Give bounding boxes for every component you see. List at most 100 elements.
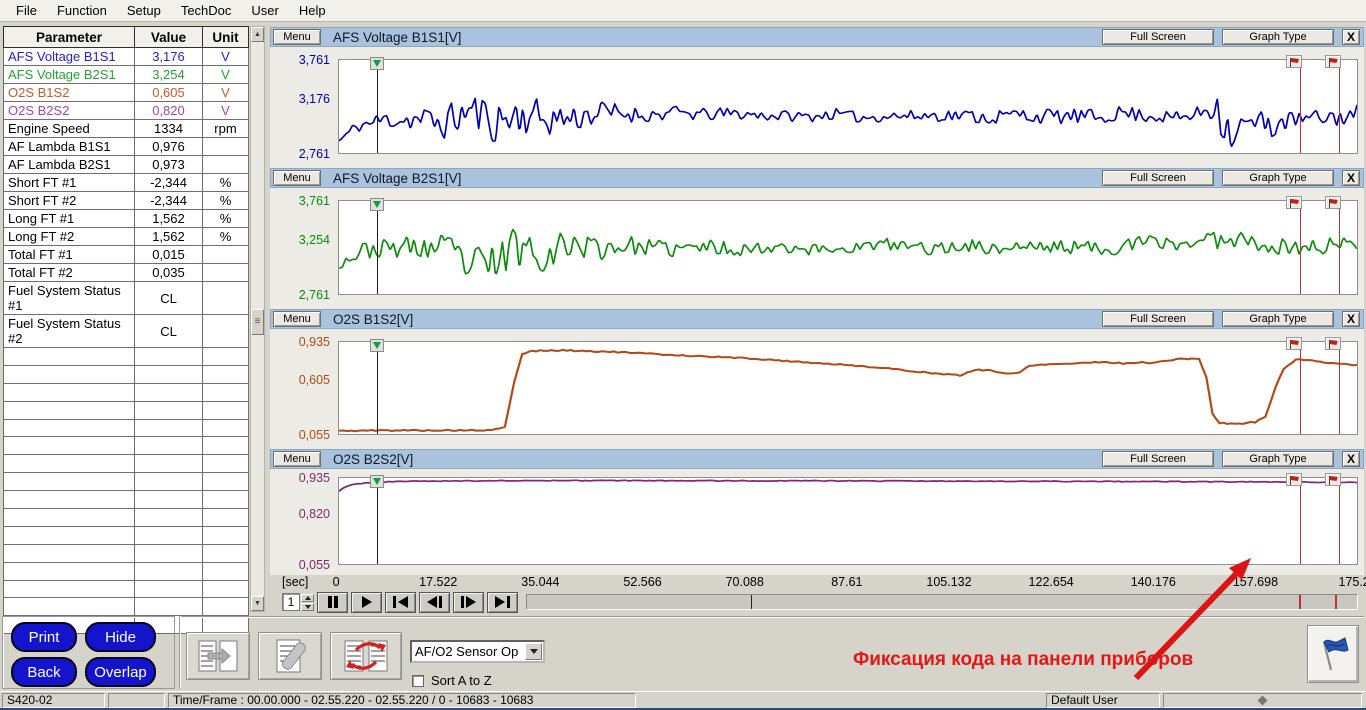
menu-item-help[interactable]: Help [289,3,336,18]
graph-menu-button[interactable]: Menu [273,170,321,186]
graph-type-button[interactable]: Graph Type [1222,311,1334,327]
hide-button[interactable]: Hide [85,622,156,652]
graph-area: Menu AFS Voltage B1S1[V] Full Screen Graph … [270,22,1364,616]
back-button[interactable]: Back [11,657,77,687]
close-graph-button[interactable]: X [1342,451,1360,467]
full-screen-button[interactable]: Full Screen [1102,29,1214,45]
cursor-line[interactable] [377,342,378,434]
graph-title: O2S B2S2[V] [333,452,413,467]
table-scrollbar[interactable]: ▲ ≡ ▼ [250,26,265,612]
menu-item-setup[interactable]: Setup [117,3,171,18]
skip-start-button[interactable] [385,592,416,613]
close-graph-button[interactable]: X [1342,311,1360,327]
full-screen-button[interactable]: Full Screen [1102,451,1214,467]
sort-checkbox[interactable] [412,675,424,687]
function-select[interactable]: AF/O2 Sensor Op [410,640,545,663]
table-row[interactable]: O2S B1S20,605V [4,84,249,102]
table-row[interactable]: AF Lambda B2S10,973 [4,156,249,174]
y-tick-label: 3,761 [299,194,330,208]
graph-type-button[interactable]: Graph Type [1222,29,1334,45]
cursor-line[interactable] [377,201,378,294]
time-tick: 0 [333,575,340,589]
graph-type-button[interactable]: Graph Type [1222,451,1334,467]
chevron-down-icon[interactable] [525,643,542,660]
flag-marker-icon[interactable] [1325,337,1341,350]
cursor-handle-icon[interactable] [370,475,384,488]
param-name: Long FT #1 [4,210,135,228]
plot-area[interactable] [338,200,1358,295]
step-back-button[interactable] [419,592,450,613]
table-row[interactable]: Short FT #2-2,344% [4,192,249,210]
step-down-icon[interactable] [301,603,314,611]
table-row[interactable]: Long FT #11,562% [4,210,249,228]
scroll-down-icon[interactable]: ▼ [251,596,264,611]
play-button[interactable] [351,592,382,613]
graph-title: AFS Voltage B1S1[V] [333,30,461,45]
graph-type-button[interactable]: Graph Type [1222,170,1334,186]
flag-marker-icon[interactable] [1325,196,1341,209]
table-row[interactable]: Fuel System Status #1CL [4,282,249,315]
table-row[interactable]: Total FT #10,015 [4,246,249,264]
table-row[interactable]: Total FT #20,035 [4,264,249,282]
print-button[interactable]: Print [11,622,77,652]
graph-menu-button[interactable]: Menu [273,29,321,45]
flag-button[interactable] [1307,625,1359,683]
step-up-icon[interactable] [301,594,314,602]
skip-end-button[interactable] [487,592,518,613]
table-row[interactable]: O2S B2S20,820V [4,102,249,120]
close-graph-button[interactable]: X [1342,29,1360,45]
table-row[interactable]: AFS Voltage B1S13,176V [4,48,249,66]
waveform [339,478,1357,564]
menu-item-function[interactable]: Function [47,3,117,18]
menu-bar: FileFunctionSetupTechDocUserHelp [0,0,1366,22]
menu-item-techdoc[interactable]: TechDoc [171,3,242,18]
flag-marker-icon[interactable] [1286,337,1302,350]
graph-menu-button[interactable]: Menu [273,311,321,327]
close-graph-button[interactable]: X [1342,170,1360,186]
table-row[interactable]: AFS Voltage B2S13,254V [4,66,249,84]
blue-flag-icon [1314,634,1352,674]
overlap-button[interactable]: Overlap [85,657,156,687]
status-code: S420-02 [2,693,105,708]
full-screen-button[interactable]: Full Screen [1102,311,1214,327]
table-row[interactable]: Engine Speed1334rpm [4,120,249,138]
pause-button[interactable] [317,592,348,613]
frame-step-input[interactable]: 1 [282,593,300,611]
table-row[interactable]: Fuel System Status #2CL [4,315,249,348]
graph-panel: MenuO2S B2S2[V]Full ScreenGraph TypeX0,9… [270,449,1364,575]
cursor-handle-icon[interactable] [370,198,384,211]
table-row[interactable]: AF Lambda B1S10,976 [4,138,249,156]
cursor-handle-icon[interactable] [370,57,384,70]
full-screen-button[interactable]: Full Screen [1102,170,1214,186]
flag-marker-icon[interactable] [1325,473,1341,486]
seek-bar[interactable] [526,594,1358,610]
flag-marker-icon[interactable] [1286,473,1302,486]
swap-lists-button[interactable] [330,632,402,680]
y-axis-labels: 3,7613,1762,761 [270,59,338,154]
graph-menu-button[interactable]: Menu [273,451,321,467]
plot-area[interactable] [338,59,1358,154]
param-value: 0,605 [135,84,203,102]
flag-marker-icon[interactable] [1325,55,1341,68]
cursor-handle-icon[interactable] [370,339,384,352]
scrollbar-thumb[interactable]: ≡ [251,309,264,335]
menu-item-user[interactable]: User [241,3,288,18]
scroll-up-icon[interactable]: ▲ [251,27,264,42]
step-forward-button[interactable] [453,592,484,613]
flag-marker-icon[interactable] [1286,55,1302,68]
menu-item-file[interactable]: File [6,3,47,18]
table-row[interactable]: Long FT #21,562% [4,228,249,246]
table-row-empty [4,473,249,491]
table-row-empty [4,419,249,437]
cursor-line[interactable] [377,478,378,564]
status-time-frame: Time/Frame : 00.00.000 - 02.55.220 - 02.… [168,693,636,708]
record-list-button[interactable] [258,632,322,680]
plot-area[interactable] [338,477,1358,565]
y-tick-label: 2,761 [299,288,330,302]
list-to-graph-view-button[interactable] [186,632,250,680]
table-row[interactable]: Short FT #1-2,344% [4,174,249,192]
flag-marker-icon[interactable] [1286,196,1302,209]
cursor-line[interactable] [377,60,378,153]
plot-area[interactable] [338,341,1358,435]
param-value: 1,562 [135,228,203,246]
